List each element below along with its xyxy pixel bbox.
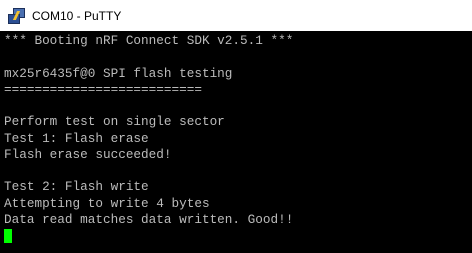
- terminal-line: Attempting to write 4 bytes: [4, 195, 210, 211]
- terminal-output[interactable]: *** Booting nRF Connect SDK v2.5.1 *** m…: [0, 31, 472, 253]
- terminal-line: Test 2: Flash write: [4, 179, 149, 195]
- title-bar[interactable]: COM10 - PuTTY: [0, 0, 472, 31]
- terminal-cursor: [4, 229, 12, 243]
- terminal-line: Test 1: Flash erase: [4, 130, 149, 146]
- cursor-line: [4, 228, 472, 244]
- terminal-line: Perform test on single sector: [4, 114, 225, 130]
- putty-icon[interactable]: [7, 7, 25, 25]
- terminal-line: Data read matches data written. Good!!: [4, 211, 294, 227]
- window-title: COM10 - PuTTY: [32, 8, 122, 23]
- terminal-line: Flash erase succeeded!: [4, 146, 172, 162]
- terminal-line: ==========================: [4, 81, 202, 97]
- putty-window: COM10 - PuTTY *** Booting nRF Connect SD…: [0, 0, 472, 253]
- terminal-line: *** Booting nRF Connect SDK v2.5.1 ***: [4, 33, 294, 48]
- terminal-line: mx25r6435f@0 SPI flash testing: [4, 65, 233, 81]
